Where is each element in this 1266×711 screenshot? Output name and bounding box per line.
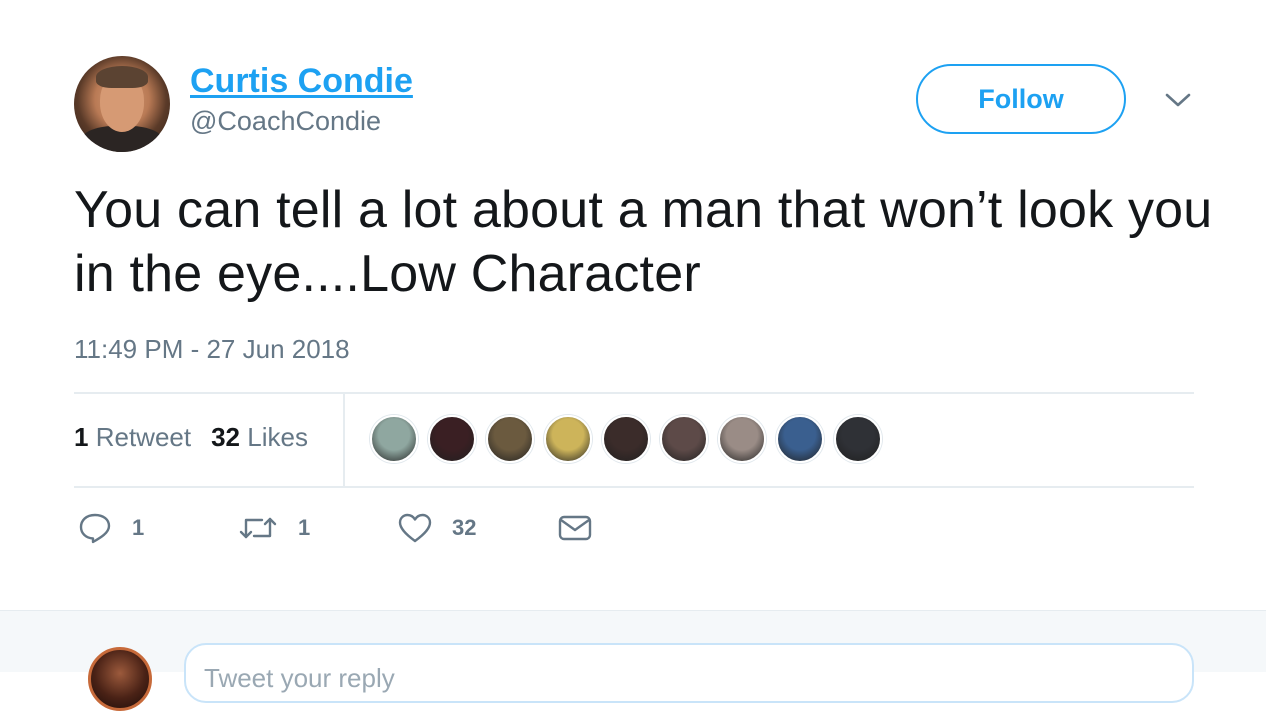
like-button[interactable]: 32 bbox=[398, 513, 558, 543]
retweet-button[interactable]: 1 bbox=[238, 513, 398, 543]
tweet-actions: 1 1 32 bbox=[78, 512, 592, 544]
user-name[interactable]: Curtis Condie bbox=[190, 62, 413, 101]
current-user-avatar bbox=[88, 647, 152, 711]
like-count: 32 bbox=[452, 515, 477, 540]
reply-section: Tweet your reply bbox=[0, 610, 1266, 711]
follow-button[interactable]: Follow bbox=[916, 64, 1126, 134]
divider-bottom bbox=[74, 486, 1194, 488]
like-stat-count: 32 bbox=[211, 422, 241, 452]
direct-message-button[interactable] bbox=[558, 514, 592, 542]
like-stat[interactable]: 32 Likes bbox=[211, 422, 308, 453]
user-avatar[interactable] bbox=[74, 56, 170, 152]
liker-avatar[interactable] bbox=[660, 415, 708, 463]
retweet-stat-label: Retweet bbox=[95, 422, 192, 452]
tweet-stats: 1 Retweet 32 Likes bbox=[74, 422, 308, 453]
user-handle[interactable]: @CoachCondie bbox=[190, 106, 381, 137]
envelope-icon bbox=[558, 514, 592, 542]
heart-icon bbox=[398, 513, 432, 543]
tweet-timestamp[interactable]: 11:49 PM - 27 Jun 2018 bbox=[74, 334, 350, 365]
like-stat-label: Likes bbox=[247, 422, 308, 452]
tweet-card: Curtis Condie @CoachCondie Follow You ca… bbox=[0, 0, 1266, 610]
liker-avatar[interactable] bbox=[428, 415, 476, 463]
reply-button[interactable]: 1 bbox=[78, 512, 238, 544]
liker-avatar[interactable] bbox=[486, 415, 534, 463]
chevron-down-icon[interactable] bbox=[1164, 88, 1192, 112]
reply-input[interactable]: Tweet your reply bbox=[184, 643, 1194, 703]
retweet-count: 1 bbox=[298, 515, 311, 540]
likers-avatars bbox=[370, 415, 882, 463]
liker-avatar[interactable] bbox=[776, 415, 824, 463]
tweet-text: You can tell a lot about a man that won’… bbox=[74, 181, 1213, 303]
liker-avatar[interactable] bbox=[544, 415, 592, 463]
stats-divider bbox=[343, 394, 345, 486]
avatar-hair bbox=[96, 66, 148, 88]
retweet-stat[interactable]: 1 Retweet bbox=[74, 422, 191, 453]
liker-avatar[interactable] bbox=[834, 415, 882, 463]
reply-icon bbox=[78, 512, 112, 544]
retweet-icon bbox=[238, 513, 278, 543]
retweet-stat-count: 1 bbox=[74, 422, 89, 452]
liker-avatar[interactable] bbox=[602, 415, 650, 463]
reply-count: 1 bbox=[132, 515, 145, 540]
liker-avatar[interactable] bbox=[718, 415, 766, 463]
liker-avatar[interactable] bbox=[370, 415, 418, 463]
divider-top bbox=[74, 392, 1194, 394]
